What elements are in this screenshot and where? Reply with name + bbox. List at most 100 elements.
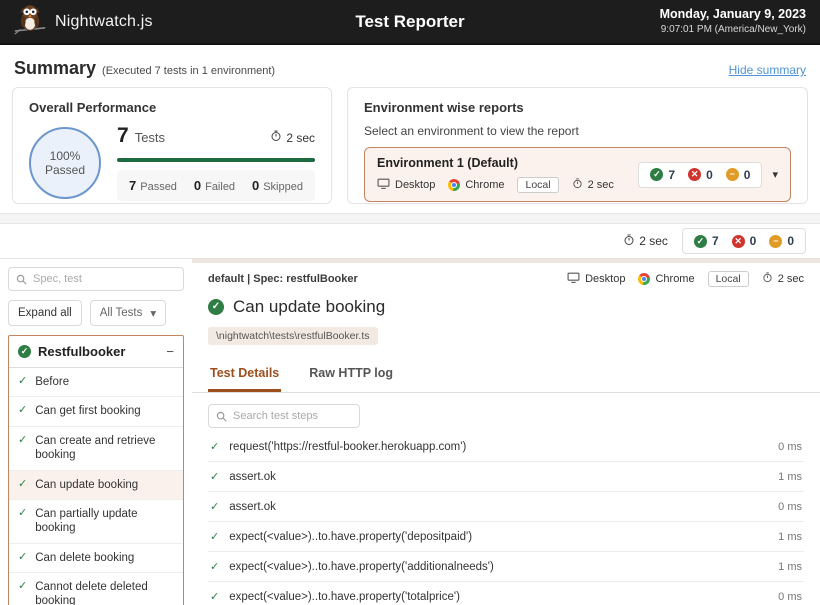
spec-group: ✓ Restfulbooker − ✓ Before ✓ Can get fir… — [8, 335, 184, 605]
chrome-icon — [448, 179, 460, 191]
run-stats-bar: 2 sec ✓ 7 ✕ 0 − 0 — [0, 224, 820, 259]
skip-icon: − — [769, 235, 782, 248]
test-step-row[interactable]: ✓ assert.ok 0 ms — [208, 492, 804, 522]
stat-item: 7Passed — [129, 178, 177, 193]
tests-sidebar: Expand all All Tests ▾ ✓ Restfulbooker −… — [0, 259, 192, 605]
chrome-icon — [638, 273, 650, 285]
sidebar-item-label: Can update booking — [35, 478, 138, 492]
test-file-path: \nightwatch\tests\restfulBooker.ts — [208, 327, 378, 345]
datetime: Monday, January 9, 2023 9:07:01 PM (Amer… — [660, 6, 806, 36]
nightwatch-owl-logo-icon — [14, 3, 46, 40]
check-icon: ✓ — [18, 404, 27, 418]
env-result-counts: ✓ 7 ✕ 0 − 0 — [638, 162, 762, 188]
pass-icon: ✓ — [694, 235, 707, 248]
summary-subtitle: (Executed 7 tests in 1 environment) — [102, 65, 275, 77]
search-icon — [16, 274, 27, 285]
step-label: expect(<value>)..to.have.property('addit… — [229, 561, 768, 573]
report-time: 9:07:01 PM (America/New_York) — [660, 23, 806, 37]
sidebar-item-label: Can get first booking — [35, 404, 140, 418]
overall-performance-card: Overall Performance 100% Passed 7 Tests — [12, 87, 332, 204]
sidebar-test-item[interactable]: ✓ Before — [9, 368, 183, 397]
sidebar-test-item[interactable]: ✓ Can create and retrieve booking — [9, 427, 183, 471]
overall-performance-title: Overall Performance — [29, 100, 315, 115]
fail-icon: ✕ — [732, 235, 745, 248]
sidebar-item-label: Before — [35, 375, 69, 389]
app-header: Nightwatch.js Test Reporter Monday, Janu… — [0, 0, 820, 45]
tab-raw-http-log[interactable]: Raw HTTP log — [307, 355, 395, 392]
sidebar-test-item[interactable]: ✓ Can delete booking — [9, 544, 183, 573]
check-icon: ✓ — [210, 500, 219, 513]
test-step-row[interactable]: ✓ expect(<value>)..to.have.property('dep… — [208, 522, 804, 552]
hide-summary-link[interactable]: Hide summary — [729, 63, 806, 77]
step-label: expect(<value>)..to.have.property('depos… — [229, 531, 768, 543]
sidebar-test-item[interactable]: ✓ Can partially update booking — [9, 500, 183, 544]
test-step-row[interactable]: ✓ request('https://restful-booker.heroku… — [208, 432, 804, 462]
step-duration: 1 ms — [778, 471, 802, 483]
step-duration: 1 ms — [778, 531, 802, 543]
report-date: Monday, January 9, 2023 — [660, 6, 806, 23]
check-icon: ✓ — [18, 507, 27, 521]
total-tests-count: 7 — [117, 124, 129, 148]
pass-percentage-donut: 100% Passed — [29, 127, 101, 199]
brand[interactable]: Nightwatch.js — [14, 3, 153, 40]
check-icon: ✓ — [210, 530, 219, 543]
steps-search-input[interactable] — [208, 404, 360, 428]
environment-row[interactable]: Environment 1 (Default) Desktop Chrome — [364, 147, 791, 202]
passed-count: ✓ 7 — [694, 234, 719, 248]
stopwatch-icon — [572, 178, 583, 192]
collapse-icon[interactable]: − — [166, 344, 174, 359]
test-step-row[interactable]: ✓ expect(<value>)..to.have.property('tot… — [208, 582, 804, 605]
stopwatch-icon — [623, 234, 635, 249]
environment-reports-title: Environment wise reports — [364, 100, 791, 115]
chevron-down-icon: ▾ — [150, 306, 156, 320]
spec-search-input[interactable] — [8, 267, 184, 291]
check-icon: ✓ — [210, 470, 219, 483]
run-duration: 2 sec — [623, 234, 668, 249]
device-badge: Desktop — [567, 272, 625, 286]
check-icon: ✓ — [18, 478, 27, 492]
tab-test-details[interactable]: Test Details — [208, 355, 281, 392]
expand-all-button[interactable]: Expand all — [8, 300, 82, 326]
check-icon: ✓ — [18, 551, 27, 565]
local-mode-badge: Local — [708, 271, 749, 287]
env-duration-badge: 2 sec — [572, 178, 614, 192]
breadcrumb: default | Spec: restfulBooker — [208, 273, 358, 285]
local-mode-badge: Local — [517, 177, 558, 193]
step-duration: 0 ms — [778, 501, 802, 513]
sidebar-item-label: Can delete booking — [35, 551, 134, 565]
browser-badge: Chrome — [638, 273, 694, 285]
failed-count: ✕ 0 — [732, 234, 757, 248]
step-duration: 0 ms — [778, 441, 802, 453]
pass-icon: ✓ — [18, 345, 31, 358]
environment-select-hint: Select an environment to view the report — [364, 124, 791, 138]
test-step-row[interactable]: ✓ expect(<value>)..to.have.property('add… — [208, 552, 804, 582]
skipped-count: − 0 — [769, 234, 794, 248]
check-icon: ✓ — [210, 440, 219, 453]
sidebar-test-list: ✓ Before ✓ Can get first booking ✓ Can c… — [9, 368, 183, 605]
pass-percent: 100% — [50, 149, 81, 163]
environment-reports-card: Environment wise reports Select an envir… — [347, 87, 808, 204]
sidebar-item-label: Cannot delete deleted booking — [35, 580, 174, 605]
overall-stats-box: 7Passed 0Failed 0Skipped — [117, 170, 315, 201]
test-step-row[interactable]: ✓ assert.ok 1 ms — [208, 462, 804, 492]
passed-count: ✓ 7 — [650, 168, 675, 182]
check-icon: ✓ — [18, 434, 27, 448]
stopwatch-icon — [762, 272, 773, 286]
stat-item: 0Failed — [194, 178, 235, 193]
sidebar-test-item[interactable]: ✓ Can update booking — [9, 471, 183, 500]
check-icon: ✓ — [210, 590, 219, 603]
spec-group-header[interactable]: ✓ Restfulbooker − — [9, 336, 183, 368]
sidebar-test-item[interactable]: ✓ Cannot delete deleted booking — [9, 573, 183, 605]
step-label: request('https://restful-booker.herokuap… — [229, 441, 768, 453]
pass-progress-bar — [117, 158, 315, 162]
summary-heading-row: Summary (Executed 7 tests in 1 environme… — [0, 45, 820, 87]
stat-item: 0Skipped — [252, 178, 303, 193]
browser-badge: Chrome — [448, 179, 504, 191]
spec-group-name: Restfulbooker — [38, 344, 159, 359]
env-expand-caret-icon[interactable]: ▾ — [772, 168, 778, 181]
sidebar-test-item[interactable]: ✓ Can get first booking — [9, 397, 183, 426]
skip-icon: − — [726, 168, 739, 181]
tests-filter-dropdown[interactable]: All Tests ▾ — [90, 300, 166, 326]
skipped-count: − 0 — [726, 168, 751, 182]
failed-count: ✕ 0 — [688, 168, 713, 182]
